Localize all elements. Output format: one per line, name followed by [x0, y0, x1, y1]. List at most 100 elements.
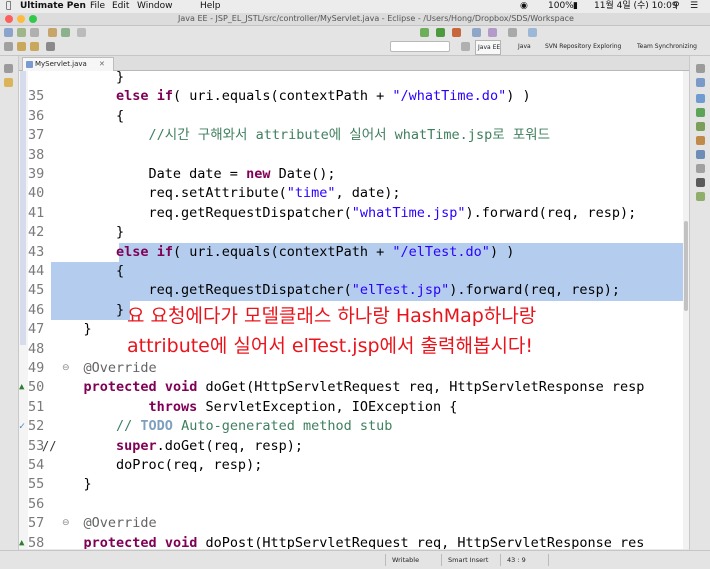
code-line[interactable]: 43 else if( uri.equals(contextPath + "/e… — [19, 242, 683, 262]
code-line[interactable]: 56 — [19, 495, 683, 514]
open-type-icon[interactable] — [488, 28, 497, 37]
code-line[interactable]: 54 doProc(req, resp); — [19, 456, 683, 475]
notification-icon[interactable]: ☰ — [690, 0, 698, 13]
new-class-icon[interactable] — [472, 28, 481, 37]
code-text: else if( uri.equals(contextPath + "/elTe… — [116, 243, 515, 260]
restore-icon[interactable] — [4, 64, 13, 73]
code-line[interactable]: 42 } — [19, 223, 683, 242]
system-menubar:  Ultimate Pen File Edit Window Help ◉ 1… — [0, 0, 710, 13]
restore-right-icon[interactable] — [696, 64, 705, 73]
line-number: 37 — [28, 127, 45, 144]
tab-myservlet[interactable]: MyServlet.java ✕ — [22, 57, 114, 71]
clock[interactable]: 11월 4일 (수) 10:09 — [594, 0, 678, 13]
code-text: // TODO Auto-generated method stub — [116, 418, 393, 435]
status-insert-mode: Smart Insert — [448, 556, 489, 564]
minimize-window-button[interactable] — [17, 15, 25, 23]
editor-scrollbar[interactable] — [683, 71, 689, 549]
perspective-team[interactable]: Team Synchronizing — [635, 40, 697, 53]
wifi-icon[interactable]: ◉ — [520, 0, 528, 13]
code-line[interactable]: 44 { — [19, 262, 683, 282]
task-marker-icon: ✓ — [19, 421, 26, 433]
code-line[interactable]: 52 ✓ // TODO Auto-generated method stub — [19, 417, 683, 436]
code-line[interactable]: 51 throws ServletException, IOException … — [19, 398, 683, 417]
battery-icon[interactable]: ▮ — [573, 0, 578, 13]
code-line[interactable]: 57 ⊖ @Override — [19, 514, 683, 533]
markers-icon[interactable] — [696, 108, 705, 117]
search-icon[interactable]: ⚲ — [673, 0, 680, 13]
quick-access-input[interactable] — [390, 41, 450, 52]
perspective-svn[interactable]: SVN Repository Exploring — [543, 40, 621, 53]
package-explorer-icon[interactable] — [4, 78, 13, 87]
code-line[interactable]: 39 Date date = new Date(); — [19, 165, 683, 184]
forward-icon[interactable] — [30, 42, 39, 51]
code-line[interactable]: 50 ▲ protected void doGet(HttpServletRequ… — [19, 378, 683, 397]
perspective-java[interactable]: Java — [516, 40, 531, 53]
pin-icon[interactable] — [46, 42, 55, 51]
code-text: @Override — [83, 515, 157, 532]
code-text: //시간 구해와서 attribute에 실어서 whatTime.jsp로 포… — [148, 127, 551, 144]
menu-file[interactable]: File — [90, 0, 105, 13]
back-icon[interactable] — [17, 42, 26, 51]
secondary-toolbar: Java EE Java SVN Repository Exploring Te… — [0, 39, 710, 56]
code-line[interactable]: 40 req.setAttribute("time", date); — [19, 184, 683, 203]
code-text: } — [51, 301, 125, 318]
code-line[interactable]: 45 req.getRequestDispatcher("elTest.jsp"… — [19, 281, 683, 301]
data-source-icon[interactable] — [696, 150, 705, 159]
save-icon[interactable] — [17, 28, 26, 37]
status-bar: Writable Smart Insert 43 : 9 — [0, 550, 710, 569]
navigate-icon[interactable] — [528, 28, 537, 37]
line-number: 42 — [28, 224, 45, 241]
java-file-icon — [26, 61, 33, 68]
scroll-thumb[interactable] — [684, 221, 688, 311]
code-line[interactable]: 49 ⊖ @Override — [19, 359, 683, 378]
task-list-icon[interactable] — [696, 94, 705, 103]
line-number: 47 — [28, 321, 45, 338]
zoom-window-button[interactable] — [29, 15, 37, 23]
console-icon[interactable] — [696, 178, 705, 187]
left-minimized-views — [0, 56, 19, 550]
menu-window[interactable]: Window — [137, 0, 173, 13]
menu-edit[interactable]: Edit — [112, 0, 129, 13]
code-line[interactable]: 36 { — [19, 107, 683, 126]
properties-icon[interactable] — [696, 122, 705, 131]
open-perspective-icon[interactable] — [461, 42, 470, 51]
code-line[interactable]: 53// super.doGet(req, resp); — [19, 437, 683, 456]
selection-highlight — [51, 262, 683, 282]
code-line[interactable]: 55 } — [19, 475, 683, 494]
code-line[interactable]: 58 ▲ protected void doPost(HttpServletReq… — [19, 534, 683, 549]
server-icon[interactable] — [48, 28, 57, 37]
close-window-button[interactable] — [5, 15, 13, 23]
apple-icon[interactable]:  — [6, 0, 11, 13]
app-menu[interactable]: Ultimate Pen — [20, 0, 86, 13]
close-tab-icon[interactable]: ✕ — [99, 58, 105, 71]
progress-icon[interactable] — [696, 192, 705, 201]
code-line[interactable]: 37 //시간 구해와서 attribute에 실어서 whatTime.jsp… — [19, 126, 683, 145]
line-number: 56 — [28, 495, 45, 512]
outline-icon[interactable] — [696, 78, 705, 87]
code-text: throws ServletException, IOException { — [148, 398, 458, 415]
status-cursor-position: 43 : 9 — [507, 556, 526, 564]
external-tools-icon[interactable] — [452, 28, 461, 37]
new-icon[interactable] — [4, 28, 13, 37]
snippets-icon[interactable] — [696, 164, 705, 173]
servers-icon[interactable] — [696, 136, 705, 145]
override-marker-icon: ▲ — [19, 382, 25, 393]
build-icon[interactable] — [61, 28, 70, 37]
line-number: 45 — [28, 282, 45, 299]
code-line[interactable]: 41 req.getRequestDispatcher("whatTime.js… — [19, 204, 683, 223]
window-titlebar: Java EE - JSP_EL_JSTL/src/controller/MyS… — [0, 13, 710, 26]
search-tool-icon[interactable] — [508, 28, 517, 37]
line-number: 43 — [28, 243, 45, 260]
code-line[interactable]: 35 else if( uri.equals(contextPath + "/w… — [19, 87, 683, 106]
menu-help[interactable]: Help — [200, 0, 221, 13]
debug-icon[interactable] — [420, 28, 429, 37]
annotation-line-2: attribute에 실어서 elTest.jsp에서 출력해봅시다! — [127, 335, 534, 357]
code-line[interactable]: 38 — [19, 146, 683, 165]
battery-label: 100% — [548, 1, 574, 11]
run-icon[interactable] — [436, 28, 445, 37]
annotation-icon[interactable] — [4, 42, 13, 51]
tool-icon[interactable] — [77, 28, 86, 37]
print-icon[interactable] — [30, 28, 39, 37]
code-line[interactable]: } — [19, 71, 683, 87]
perspective-java-ee[interactable]: Java EE — [475, 40, 502, 55]
